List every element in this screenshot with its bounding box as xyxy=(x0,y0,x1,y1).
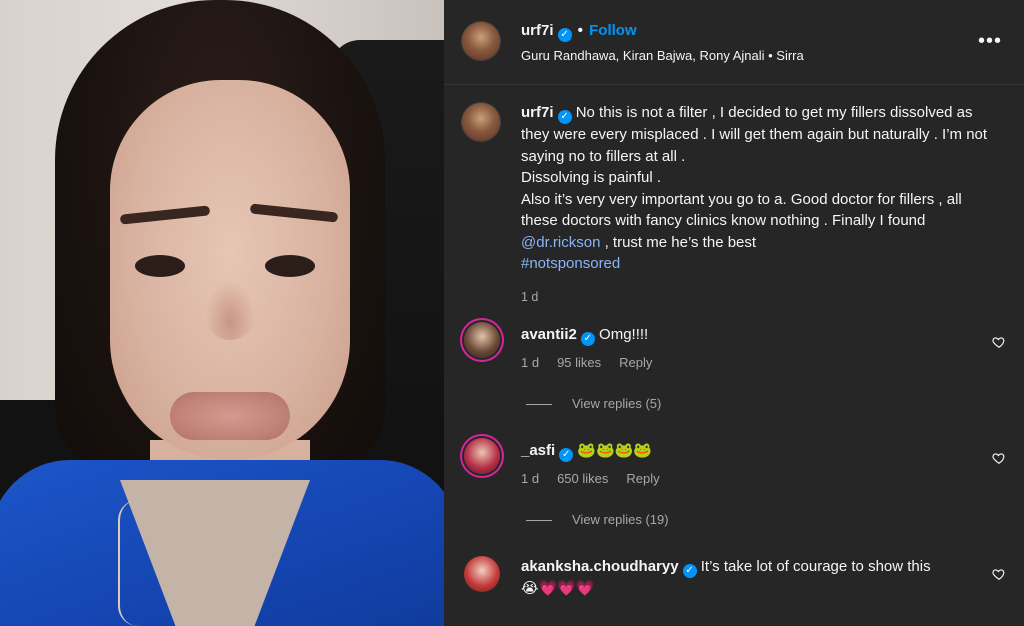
caption-text-3: Also it’s very very important you go to … xyxy=(521,190,962,230)
comment-text: 🐸🐸🐸🐸 xyxy=(577,442,653,459)
author-username[interactable]: urf7i xyxy=(521,22,554,39)
comments-panel: urf7i ✓ • Follow Guru Randhawa, Kiran Bajwa… xyxy=(444,0,1024,626)
view-replies-label[interactable]: View replies (19) xyxy=(572,512,669,527)
verified-badge-icon: ✓ xyxy=(557,110,572,124)
audio-info[interactable]: Guru Randhawa, Kiran Bajwa, Rony Ajnali … xyxy=(521,48,804,63)
comment-meta: 1 d 650 likes Reply xyxy=(521,468,981,489)
replies-line xyxy=(526,520,552,522)
comment-likes[interactable]: 650 likes xyxy=(557,471,608,486)
view-replies[interactable]: View replies (19) xyxy=(526,512,669,527)
caption-text-2: Dissolving is painful . xyxy=(521,169,662,186)
comment-username[interactable]: avantii2 xyxy=(521,326,577,343)
comment-item: avantii2 ✓ Omg!!!! 1 d 95 likes Reply xyxy=(521,324,981,373)
comment-text-emoji: 😭💗💗💗 xyxy=(521,580,595,597)
caption-avatar[interactable] xyxy=(462,103,500,141)
post-photo[interactable] xyxy=(0,0,444,626)
comment-username[interactable]: akanksha.choudharyy xyxy=(521,558,679,575)
photo-nose xyxy=(205,280,255,340)
mention-link[interactable]: @dr.rickson xyxy=(521,234,600,251)
caption-username[interactable]: urf7i xyxy=(521,104,554,121)
more-options-icon[interactable]: ••• xyxy=(978,30,1002,53)
replies-line xyxy=(526,404,552,406)
verified-badge-icon: ✓ xyxy=(580,332,595,346)
caption-text-4: , trust me he’s the best xyxy=(600,233,757,251)
heart-icon[interactable] xyxy=(992,567,1006,581)
photo-right-eye xyxy=(265,255,315,277)
view-replies-label[interactable]: View replies (5) xyxy=(572,396,661,411)
comment-avatar[interactable] xyxy=(464,556,500,592)
post-header: urf7i ✓ • Follow Guru Randhawa, Kiran Bajwa… xyxy=(444,0,1024,85)
comment-username[interactable]: _asfi xyxy=(521,442,555,459)
caption-time: 1 d xyxy=(521,289,539,304)
view-replies[interactable]: View replies (5) xyxy=(526,396,661,411)
reply-button[interactable]: Reply xyxy=(626,471,659,486)
comment-time: 1 d xyxy=(521,471,540,486)
author-row: urf7i ✓ • Follow xyxy=(521,22,637,42)
comment-time: 1 d xyxy=(521,355,540,370)
verified-badge-icon: ✓ xyxy=(557,28,572,42)
comment-avatar[interactable] xyxy=(464,322,500,358)
heart-icon[interactable] xyxy=(992,335,1006,349)
comment-item: akanksha.choudharyy ✓ It’s take lot of co… xyxy=(521,556,981,599)
comment-meta: 1 d 95 likes Reply xyxy=(521,352,981,373)
follow-button[interactable]: Follow xyxy=(589,22,637,39)
photo-necklace xyxy=(118,500,160,626)
verified-badge-icon: ✓ xyxy=(559,448,574,462)
comment-text: It’s take lot of courage to show this xyxy=(700,558,931,575)
comment-avatar[interactable] xyxy=(464,438,500,474)
verified-badge-icon: ✓ xyxy=(682,564,697,578)
hashtag-link[interactable]: #notsponsored xyxy=(521,255,620,272)
photo-lips xyxy=(170,392,290,440)
author-avatar[interactable] xyxy=(462,22,500,60)
post-caption: urf7i ✓ No this is not a filter , I decid… xyxy=(521,102,991,308)
photo-left-eye xyxy=(135,255,185,277)
comment-likes[interactable]: 95 likes xyxy=(557,355,601,370)
heart-icon[interactable] xyxy=(992,451,1006,465)
reply-button[interactable]: Reply xyxy=(619,355,652,370)
separator-dot: • xyxy=(577,22,584,39)
caption-text-1: No this is not a filter , I decided to g… xyxy=(521,104,988,165)
comment-text: Omg!!!! xyxy=(599,326,649,343)
comment-item: _asfi ✓ 🐸🐸🐸🐸 1 d 650 likes Reply xyxy=(521,440,981,489)
